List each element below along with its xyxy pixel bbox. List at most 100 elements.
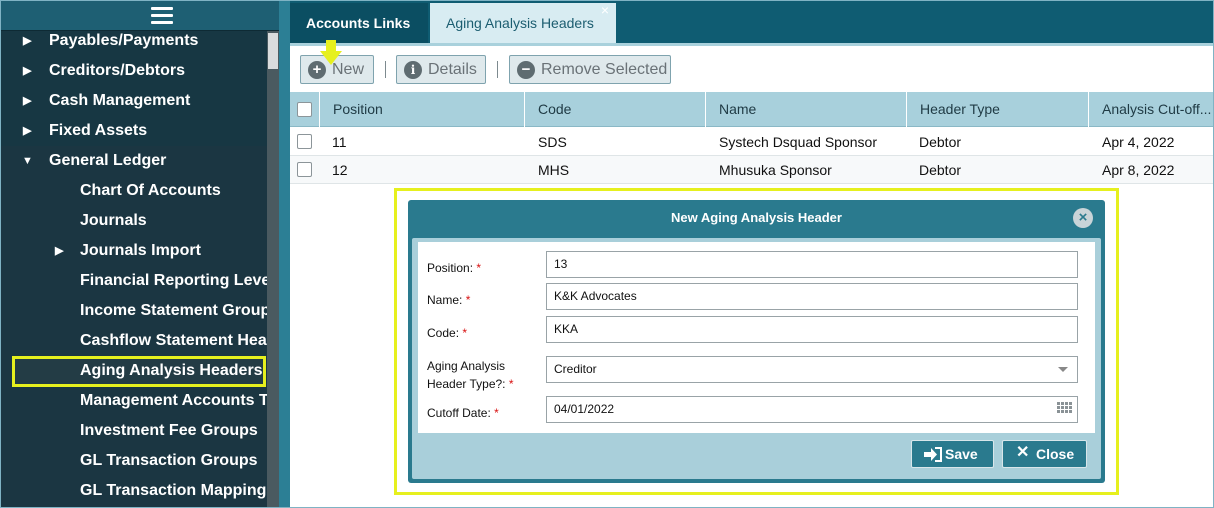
label-text: Code: bbox=[427, 326, 460, 340]
sidebar-item-creditors-debtors[interactable]: ▶ Creditors/Debtors bbox=[23, 57, 186, 85]
sidebar-item-fixed-assets[interactable]: ▶ Fixed Assets bbox=[23, 117, 148, 145]
code-field[interactable]: KKA bbox=[546, 316, 1078, 343]
cell-name: Systech Dsquad Sponsor bbox=[719, 134, 877, 150]
column-header-code[interactable]: Code bbox=[524, 92, 705, 127]
sidebar-item-gl-transaction-mappings[interactable]: GL Transaction Mappings bbox=[80, 477, 275, 505]
details-button[interactable]: i Details bbox=[396, 55, 486, 84]
required-mark: * bbox=[465, 293, 471, 307]
tab-accounts-links[interactable]: Accounts Links bbox=[290, 3, 428, 43]
sidebar-item-payables-payments[interactable]: ▶ Payables/Payments bbox=[23, 27, 198, 55]
sidebar-item-label: Management Accounts T... bbox=[80, 392, 279, 409]
caret-down-icon: ▼ bbox=[22, 155, 33, 167]
remove-selected-button[interactable]: − Remove Selected bbox=[509, 55, 671, 84]
select-all-checkbox[interactable] bbox=[297, 102, 312, 117]
sidebar-item-chart-of-accounts[interactable]: Chart Of Accounts bbox=[80, 177, 221, 205]
column-label: Analysis Cut-off... bbox=[1102, 101, 1212, 117]
tab-label: Accounts Links bbox=[306, 15, 411, 31]
cell-code: SDS bbox=[538, 134, 567, 150]
sidebar-item-financial-reporting-levels[interactable]: Financial Reporting Levels bbox=[80, 267, 279, 295]
sidebar-item-label: General Ledger bbox=[49, 152, 167, 169]
sidebar-item-label: Creditors/Debtors bbox=[49, 62, 186, 79]
cell-position: 11 bbox=[332, 134, 347, 150]
field-value: 04/01/2022 bbox=[554, 402, 615, 416]
sidebar-item-aging-analysis-headers[interactable]: Aging Analysis Headers bbox=[12, 356, 266, 387]
toolbar: + New i Details − Remove Selected bbox=[290, 46, 1213, 92]
sidebar-item-label: Investment Fee Groups bbox=[80, 422, 258, 439]
sidebar-item-income-statement-groups[interactable]: Income Statement Groups bbox=[80, 297, 279, 325]
sidebar-item-management-accounts[interactable]: Management Accounts T... bbox=[80, 387, 279, 415]
required-mark: * bbox=[476, 261, 482, 275]
pane-divider[interactable] bbox=[279, 1, 290, 507]
cutoff-date-field[interactable]: 04/01/2022 bbox=[546, 396, 1078, 423]
label-text: Aging Analysis bbox=[427, 359, 506, 373]
sidebar-item-label: Cash Management bbox=[49, 92, 191, 109]
sidebar-item-journals[interactable]: Journals bbox=[80, 207, 147, 235]
name-field[interactable]: K&K Advocates bbox=[546, 283, 1078, 310]
caret-right-icon: ▶ bbox=[55, 245, 64, 257]
sidebar-item-label: Chart Of Accounts bbox=[80, 182, 221, 199]
close-button[interactable]: ✕ Close bbox=[1002, 440, 1087, 468]
column-label: Header Type bbox=[920, 101, 1000, 117]
sidebar-item-label: Income Statement Groups bbox=[80, 302, 279, 319]
dialog-close-icon[interactable]: × bbox=[1073, 208, 1093, 228]
table-row[interactable]: 11 SDS Systech Dsquad Sponsor Debtor Apr… bbox=[290, 128, 1213, 156]
sidebar: ▶ Payables/Payments ▶ Creditors/Debtors … bbox=[1, 1, 279, 507]
column-header-name[interactable]: Name bbox=[705, 92, 906, 127]
arrow-down-icon bbox=[320, 40, 342, 65]
dialog-form: Position: * 13 Name: * K&K Advocates Cod… bbox=[418, 242, 1095, 433]
toolbar-separator bbox=[497, 61, 498, 78]
sidebar-item-cashflow-statement-headers[interactable]: Cashflow Statement Hea... bbox=[80, 327, 279, 355]
info-circle-icon: i bbox=[404, 61, 422, 79]
sidebar-item-label: GL Transaction Groups bbox=[80, 452, 258, 469]
row-checkbox[interactable] bbox=[297, 134, 312, 149]
select-value: Creditor bbox=[554, 362, 597, 376]
name-label: Name: * bbox=[427, 291, 470, 309]
tab-label: Aging Analysis Headers bbox=[446, 15, 594, 31]
cell-cutoff: Apr 8, 2022 bbox=[1102, 162, 1175, 178]
save-button[interactable]: Save bbox=[911, 440, 994, 468]
tab-aging-analysis-headers[interactable]: Aging Analysis Headers × bbox=[430, 0, 616, 43]
sidebar-item-general-ledger[interactable]: ▼ General Ledger bbox=[22, 147, 167, 175]
column-header-position[interactable]: Position bbox=[319, 92, 524, 127]
sidebar-item-label: Cashflow Statement Hea... bbox=[80, 332, 279, 349]
label-text: Position: bbox=[427, 261, 474, 275]
sidebar-item-journals-import[interactable]: ▶ Journals Import bbox=[55, 237, 201, 265]
required-mark: * bbox=[508, 377, 514, 391]
sidebar-item-gl-transaction-groups[interactable]: GL Transaction Groups bbox=[80, 447, 258, 475]
sidebar-scrollbar[interactable] bbox=[267, 31, 279, 507]
caret-right-icon: ▶ bbox=[23, 65, 32, 77]
hamburger-menu-icon[interactable] bbox=[151, 7, 173, 25]
calendar-icon[interactable] bbox=[1056, 401, 1074, 417]
sidebar-item-cash-management[interactable]: ▶ Cash Management bbox=[23, 87, 191, 115]
toolbar-separator bbox=[385, 61, 386, 78]
table-row[interactable]: 12 MHS Mhusuka Sponsor Debtor Apr 8, 202… bbox=[290, 156, 1213, 184]
chevron-down-icon[interactable] bbox=[1058, 367, 1068, 372]
sidebar-scrollbar-thumb[interactable] bbox=[268, 33, 278, 69]
field-value: K&K Advocates bbox=[554, 289, 637, 303]
column-header-analysis-cutoff[interactable]: Analysis Cut-off... bbox=[1088, 92, 1213, 127]
sidebar-item-label: Journals Import bbox=[80, 242, 201, 259]
column-label: Code bbox=[538, 101, 572, 117]
tab-close-icon[interactable]: × bbox=[601, 0, 609, 30]
sidebar-item-label: Fixed Assets bbox=[49, 122, 148, 139]
position-field[interactable]: 13 bbox=[546, 251, 1078, 278]
cell-header-type: Debtor bbox=[919, 134, 962, 150]
sidebar-item-label: Aging Analysis Headers bbox=[80, 362, 263, 379]
save-button-label: Save bbox=[945, 446, 978, 462]
sidebar-item-investment-fee-groups[interactable]: Investment Fee Groups bbox=[80, 417, 258, 445]
grid-header: Position Code Name Header Type Analysis … bbox=[290, 92, 1213, 127]
minus-circle-icon: − bbox=[517, 61, 535, 79]
cell-position: 12 bbox=[332, 162, 348, 178]
sidebar-item-label: GL Transaction Mappings bbox=[80, 482, 276, 499]
sidebar-item-label: Financial Reporting Levels bbox=[80, 272, 279, 289]
required-mark: * bbox=[462, 326, 468, 340]
sidebar-item-label: Journals bbox=[80, 212, 147, 229]
column-header-header-type[interactable]: Header Type bbox=[906, 92, 1088, 127]
header-type-label: Aging Analysis Header Type?: * bbox=[427, 357, 514, 393]
required-mark: * bbox=[494, 406, 499, 420]
column-label: Position bbox=[333, 101, 383, 117]
header-type-select[interactable]: Creditor bbox=[546, 356, 1078, 383]
row-checkbox[interactable] bbox=[297, 162, 312, 177]
column-label: Name bbox=[719, 101, 757, 117]
cell-code: MHS bbox=[538, 162, 570, 178]
